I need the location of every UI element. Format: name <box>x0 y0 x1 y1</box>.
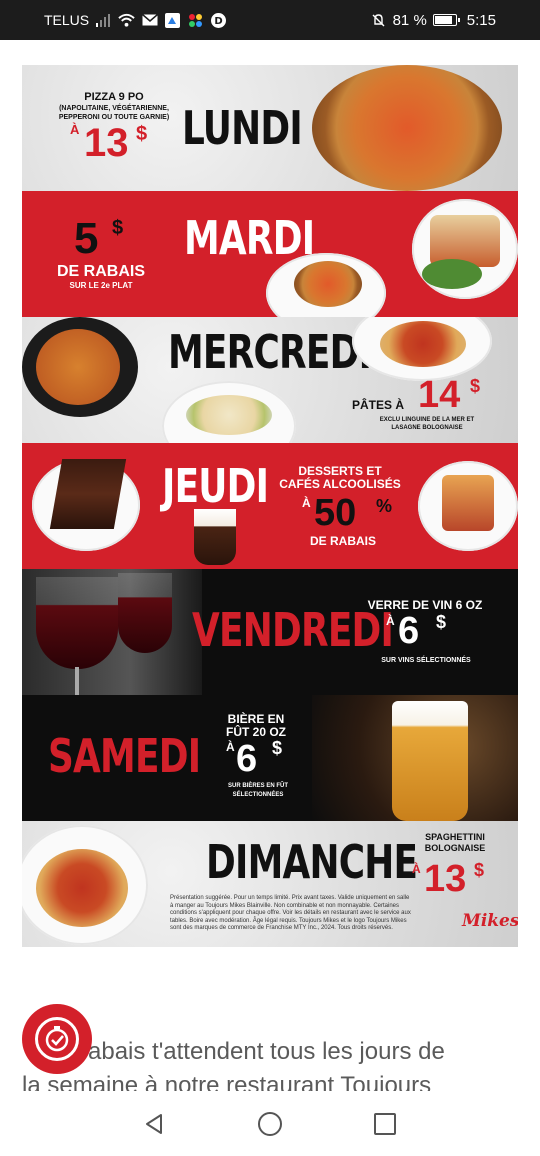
alfredo-plate-image <box>162 381 296 443</box>
band-saturday: SAMEDI BIÈRE EN FÛT 20 OZ À 6 $ SUR BIÈR… <box>22 695 518 821</box>
nav-back-button[interactable] <box>98 1112 213 1136</box>
monday-item-detail-1: (NAPOLITAINE, VÉGÉTARIENNE, <box>59 105 169 112</box>
carrier-label: TELUS <box>44 12 90 28</box>
article-text: abais t'attendent tous les jours de la s… <box>22 1035 522 1091</box>
monday-price: 13 <box>84 121 129 165</box>
status-bar: TELUS D 81 % 5:15 <box>0 0 540 40</box>
sunday-line-2: BOLOGNAISE <box>424 843 486 853</box>
sunday-price: 13 <box>424 858 467 900</box>
saturday-prefix: À <box>226 740 235 754</box>
stopwatch-check-button[interactable] <box>22 1004 92 1074</box>
tuesday-sub: SUR LE 2e PLAT <box>69 281 133 290</box>
app-notification-icon <box>164 12 181 28</box>
battery-percent: 81 % <box>392 11 427 29</box>
sunday-currency: $ <box>474 860 485 880</box>
wednesday-sub-2: LASAGNE BOLOGNAISE <box>391 425 463 431</box>
clock: 5:15 <box>466 11 496 29</box>
mikes-logo: Mikes <box>462 911 518 931</box>
thursday-percent: 50 <box>314 492 357 534</box>
saturday-price: 6 <box>236 738 258 780</box>
coffee-mug-image <box>194 509 236 565</box>
spaghetti-plate-image <box>352 317 492 381</box>
monday-item-title: PIZZA 9 PO <box>84 91 144 103</box>
friday-price: 6 <box>398 610 420 652</box>
beer-glass-image <box>392 701 468 821</box>
stopwatch-check-icon <box>35 1017 79 1061</box>
saturday-currency: $ <box>272 738 283 758</box>
monday-price-prefix: À <box>70 122 80 137</box>
band-wednesday: MERCREDI PÂTES À 14 $ EXCLU LINGUINE DE … <box>22 317 518 443</box>
wednesday-sub-1: EXCLU LINGUINE DE LA MER ET <box>379 417 475 423</box>
thursday-percent-sign: % <box>376 496 393 516</box>
day-wednesday: MERCREDI <box>168 325 372 379</box>
saturday-sub-2: SÉLECTIONNÉES <box>232 792 284 798</box>
mail-icon <box>141 13 158 28</box>
wednesday-currency: $ <box>470 376 481 396</box>
android-navigation-bar <box>0 1092 540 1156</box>
wednesday-label: PÂTES À <box>352 398 405 412</box>
wine-glass-image-1 <box>36 577 118 669</box>
day-friday: VENDREDI <box>192 603 394 657</box>
thursday-label: DE RABAIS <box>309 534 376 548</box>
friday-line-1: VERRE DE VIN 6 OZ <box>367 598 483 612</box>
square-recents-icon <box>374 1113 396 1135</box>
mute-bell-icon <box>370 13 387 28</box>
game-notification-icon <box>187 13 204 28</box>
band-sunday: DIMANCHE SPAGHETTINI BOLOGNAISE À 13 $ P… <box>22 821 518 947</box>
tuesday-amount: 5 <box>74 214 99 263</box>
tuesday-label: DE RABAIS <box>56 263 145 280</box>
legal-disclaimer: Présentation suggérée. Pour un temps lim… <box>170 895 411 931</box>
saturday-sub-1: SUR BIÈRES EN FÛT <box>227 783 288 789</box>
thursday-line-2: CAFÉS ALCOOLISÉS <box>279 477 401 491</box>
band-thursday: JEUDI DESSERTS ET CAFÉS ALCOOLISÉS À 50 … <box>22 443 518 569</box>
chocolate-cake-image <box>49 459 127 529</box>
bolognese-plate-image <box>22 825 148 945</box>
wine-glass-stem-1 <box>75 667 79 695</box>
wednesday-price: 14 <box>418 374 461 416</box>
day-sunday: DIMANCHE <box>206 835 418 889</box>
friday-currency: $ <box>436 612 447 632</box>
band-monday: PIZZA 9 PO (NAPOLITAINE, VÉGÉTARIENNE, P… <box>22 65 518 191</box>
dessert-plate-image <box>418 461 518 551</box>
svg-text:D: D <box>214 16 222 27</box>
sunday-prefix: À <box>412 862 421 876</box>
nav-home-button[interactable] <box>213 1111 328 1137</box>
wine-glass-image-2 <box>118 573 172 653</box>
web-page[interactable]: PIZZA 9 PO (NAPOLITAINE, VÉGÉTARIENNE, P… <box>0 40 540 1092</box>
battery-icon <box>432 14 460 26</box>
nav-recents-button[interactable] <box>328 1112 443 1136</box>
wifi-icon <box>118 13 135 28</box>
circle-home-icon <box>258 1112 282 1136</box>
friday-sub: SUR VINS SÉLECTIONNÉS <box>381 657 471 664</box>
monday-currency: $ <box>136 123 148 145</box>
skillet-pasta-image <box>22 317 138 417</box>
article-line-1: abais t'attendent tous les jours de <box>88 1038 445 1065</box>
sunday-line-1: SPAGHETTINI <box>425 832 485 842</box>
d-app-icon: D <box>210 12 227 28</box>
tuesday-currency: $ <box>112 217 124 239</box>
day-tuesday: MARDI <box>184 211 315 265</box>
weekly-specials-flyer[interactable]: PIZZA 9 PO (NAPOLITAINE, VÉGÉTARIENNE, P… <box>22 65 518 947</box>
lasagna-plate-image <box>412 199 518 299</box>
thursday-prefix: À <box>302 496 311 510</box>
band-friday: VENDREDI VERRE DE VIN 6 OZ À 6 $ SUR VIN… <box>22 569 518 695</box>
triangle-back-icon <box>146 1114 162 1134</box>
day-thursday: JEUDI <box>162 459 269 513</box>
signal-icon <box>95 13 112 28</box>
friday-prefix: À <box>386 614 395 628</box>
pizza-image <box>312 65 502 191</box>
article-line-2: la semaine à notre restaurant Toujours <box>22 1072 432 1091</box>
day-monday: LUNDI <box>182 101 303 155</box>
day-saturday: SAMEDI <box>48 729 201 783</box>
band-tuesday: 5 $ DE RABAIS SUR LE 2e PLAT MARDI <box>22 191 518 317</box>
